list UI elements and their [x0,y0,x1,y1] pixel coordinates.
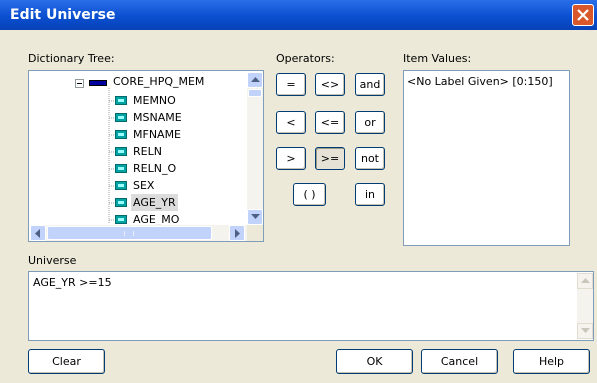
vertical-scrollbar[interactable] [247,72,263,225]
operator-equals-button[interactable]: = [276,73,306,96]
arrow-up-icon [251,77,260,82]
arrow-up-icon [581,278,590,283]
item-icon [115,113,127,122]
item-icon [115,147,127,156]
item-icon [115,164,127,173]
h-scroll-thumb[interactable] [47,226,212,240]
universe-scroll-up-button[interactable] [577,273,593,289]
window-title: Edit Universe [10,7,116,23]
arrow-down-icon [581,328,590,333]
item-icon [115,198,127,207]
operator-less-than-button[interactable]: < [276,111,306,134]
scroll-right-button[interactable] [229,225,245,241]
dictionary-tree-label: Dictionary Tree: [28,52,115,65]
operator-or-button[interactable]: or [355,111,385,134]
cancel-button[interactable]: Cancel [421,349,498,374]
scroll-up-button[interactable] [247,72,263,88]
universe-label: Universe [28,254,77,267]
item-icon [115,96,127,105]
universe-expression-text: AGE_YR >=15 [33,276,112,289]
arrow-left-icon [35,229,40,238]
arrow-right-icon [235,229,240,238]
operator-greater-than-button[interactable]: > [276,147,306,170]
item-icon [115,215,127,224]
universe-scrollbar[interactable] [577,273,593,339]
item-values-label: Item Values: [403,52,472,65]
operator-parentheses-button[interactable]: ( ) [293,183,326,206]
ok-button[interactable]: OK [336,349,413,374]
scroll-thumb[interactable] [248,89,262,97]
collapse-icon[interactable] [75,79,84,88]
close-button[interactable] [572,4,594,26]
item-icon [115,130,127,139]
operator-not-equal-button[interactable]: <> [315,73,345,96]
help-button[interactable]: Help [513,349,590,374]
horizontal-scrollbar[interactable] [30,225,247,241]
arrow-down-icon [251,214,260,219]
operators-label: Operators: [276,52,335,65]
item-values-list[interactable]: <No Label Given> [0:150] [403,70,570,246]
tree-root-label[interactable]: CORE_HPQ_MEM [113,75,204,88]
item-value-entry[interactable]: <No Label Given> [0:150] [407,75,553,88]
operator-not-button[interactable]: not [355,147,385,170]
operator-less-equal-button[interactable]: <= [315,111,345,134]
operator-greater-equal-button[interactable]: >= [315,147,345,170]
scroll-down-button[interactable] [247,209,263,225]
operator-in-button[interactable]: in [355,183,385,206]
clear-button[interactable]: Clear [28,349,105,374]
operator-and-button[interactable]: and [355,73,385,96]
close-icon [577,9,589,21]
item-icon [115,181,127,190]
scroll-corner [247,225,263,241]
record-icon [89,80,107,86]
universe-expression-field[interactable]: AGE_YR >=15 [28,271,594,341]
scroll-left-button[interactable] [30,225,46,241]
dictionary-tree[interactable]: CORE_HPQ_MEM MEMNO MSNAME MFNAME RELN RE… [28,70,264,242]
universe-scroll-down-button[interactable] [577,323,593,339]
